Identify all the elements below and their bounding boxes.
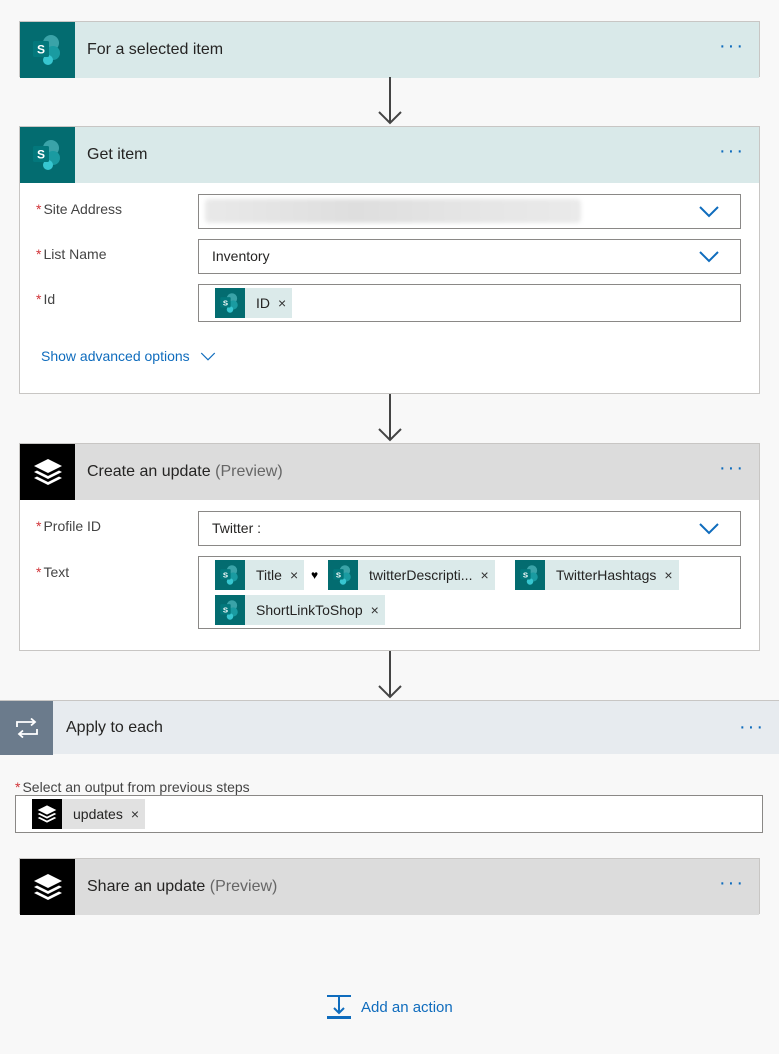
token-label: twitterDescripti... — [369, 567, 473, 583]
required-mark: * — [36, 201, 42, 217]
share-update-title: Share an update (Preview) — [87, 878, 278, 895]
add-action-label: Add an action — [361, 998, 453, 1016]
chevron-down-icon[interactable] — [698, 203, 720, 219]
sharepoint-icon — [215, 560, 245, 590]
list-name-value: Inventory — [212, 248, 270, 264]
remove-token-button[interactable]: × — [278, 295, 286, 311]
trigger-header[interactable]: For a selected item ··· — [20, 22, 759, 78]
updates-token: updates × — [32, 799, 146, 829]
heart-separator: ♥ — [311, 568, 319, 582]
profile-id-value: Twitter : — [212, 520, 262, 536]
sharepoint-icon — [20, 127, 75, 183]
buffer-layers-icon — [20, 859, 75, 915]
sharepoint-icon — [20, 22, 75, 78]
loop-icon — [0, 700, 53, 755]
id-label: * Id — [36, 291, 56, 307]
short-link-token: ShortLinkToShop × — [215, 595, 385, 625]
add-action-button[interactable]: Add an action — [326, 994, 453, 1020]
flow-arrow-icon — [378, 651, 402, 699]
list-name-label: * List Name — [36, 246, 107, 262]
apply-to-each-header[interactable]: Apply to each ··· — [0, 700, 779, 755]
token-label: TwitterHashtags — [556, 567, 657, 583]
text-field[interactable]: Title × ♥ twitterDescripti... × TwitterH… — [198, 556, 741, 629]
create-update-header[interactable]: Create an update (Preview) ··· — [20, 444, 759, 500]
chevron-down-icon — [200, 352, 215, 361]
required-mark: * — [36, 246, 42, 262]
get-item-more-button[interactable]: ··· — [719, 141, 745, 161]
select-output-field[interactable]: updates × — [15, 795, 763, 833]
remove-token-button[interactable]: × — [131, 806, 139, 822]
twitter-hashtags-token: TwitterHashtags × — [515, 560, 679, 590]
get-item-card: Get item ··· * Site Address * List Name In… — [19, 126, 760, 394]
get-item-title: Get item — [87, 146, 148, 163]
show-advanced-options-link[interactable]: Show advanced options — [41, 348, 217, 364]
required-mark: * — [36, 518, 42, 534]
profile-id-dropdown[interactable]: Twitter : — [198, 511, 741, 546]
profile-id-label: * Profile ID — [36, 518, 102, 534]
trigger-more-button[interactable]: ··· — [719, 36, 745, 56]
apply-to-each-more-button[interactable]: ··· — [739, 717, 765, 737]
create-update-card: Create an update (Preview) ··· * Profile … — [19, 443, 760, 651]
share-update-header[interactable]: Share an update (Preview) ··· — [20, 859, 759, 915]
sharepoint-icon — [215, 288, 245, 318]
site-address-label: * Site Address — [36, 201, 123, 217]
title-token: Title × — [215, 560, 305, 590]
twitter-description-token: twitterDescripti... × — [328, 560, 495, 590]
remove-token-button[interactable]: × — [290, 567, 298, 583]
chevron-down-icon[interactable] — [698, 248, 720, 264]
select-output-label: * Select an output from previous steps — [15, 779, 250, 795]
apply-to-each-title: Apply to each — [66, 718, 163, 736]
id-field[interactable]: ID × — [198, 284, 741, 322]
chevron-down-icon[interactable] — [698, 520, 720, 536]
get-item-header[interactable]: Get item ··· — [20, 127, 759, 183]
create-update-title: Create an update (Preview) — [87, 463, 283, 480]
token-label: ShortLinkToShop — [256, 602, 363, 618]
id-token: ID × — [215, 288, 293, 318]
add-action-icon — [327, 995, 351, 1019]
sharepoint-icon — [328, 560, 358, 590]
remove-token-button[interactable]: × — [371, 602, 379, 618]
share-update-more-button[interactable]: ··· — [719, 873, 745, 893]
buffer-layers-icon — [32, 799, 62, 829]
sharepoint-icon — [215, 595, 245, 625]
buffer-layers-icon — [20, 444, 75, 500]
share-update-card[interactable]: Share an update (Preview) ··· — [19, 858, 760, 915]
site-address-dropdown[interactable] — [198, 194, 741, 229]
required-mark: * — [36, 564, 42, 580]
remove-token-button[interactable]: × — [480, 567, 488, 583]
token-label: ID — [256, 295, 270, 311]
required-mark: * — [15, 779, 21, 795]
trigger-title: For a selected item — [87, 41, 224, 58]
required-mark: * — [36, 291, 42, 307]
remove-token-button[interactable]: × — [664, 567, 672, 583]
flow-arrow-icon — [378, 77, 402, 125]
text-label: * Text — [36, 564, 70, 580]
sharepoint-icon — [515, 560, 545, 590]
site-address-value — [205, 199, 581, 223]
flow-arrow-icon — [378, 394, 402, 442]
list-name-dropdown[interactable]: Inventory — [198, 239, 741, 274]
token-label: updates — [73, 806, 123, 822]
create-update-more-button[interactable]: ··· — [719, 458, 745, 478]
token-label: Title — [256, 567, 282, 583]
trigger-card[interactable]: For a selected item ··· — [19, 21, 760, 78]
